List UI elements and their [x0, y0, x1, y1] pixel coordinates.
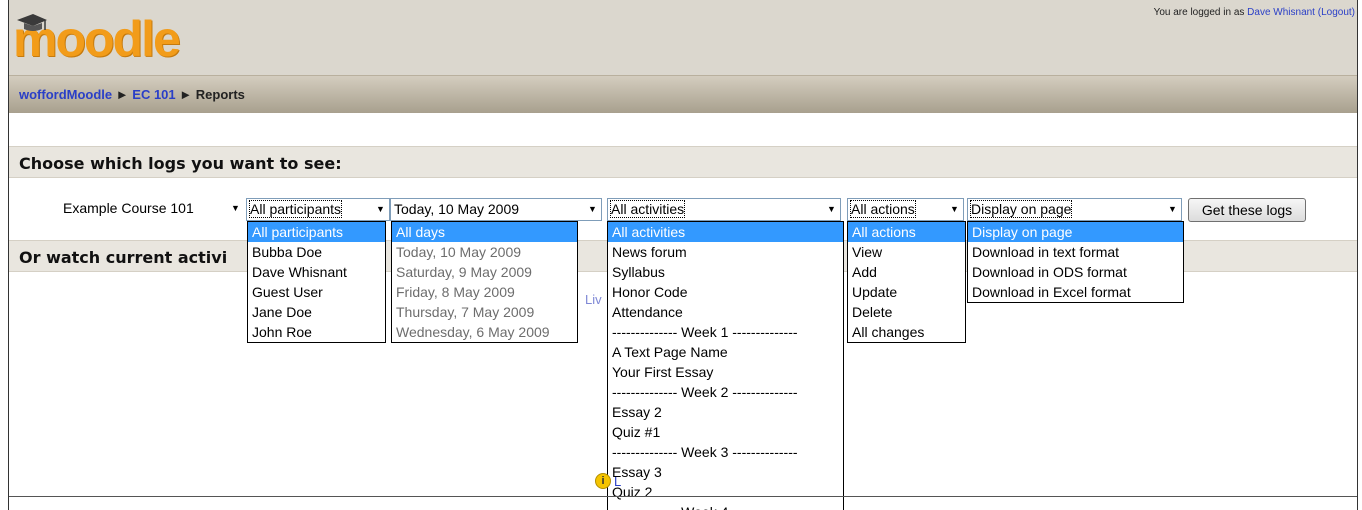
dropdown-option[interactable]: -------------- Week 4: [608, 502, 843, 510]
dropdown-option[interactable]: Quiz #1: [608, 422, 843, 442]
days-select[interactable]: Today, 10 May 2009 ▼: [390, 198, 602, 221]
dropdown-option[interactable]: John Roe: [248, 322, 385, 342]
chevron-down-icon[interactable]: ▼: [372, 199, 389, 220]
dropdown-option[interactable]: Guest User: [248, 282, 385, 302]
dropdown-option[interactable]: -------------- Week 2 --------------: [608, 382, 843, 402]
breadcrumb: woffordMoodle ► EC 101 ► Reports: [19, 87, 245, 102]
course-select-value: Example Course 101: [63, 200, 194, 216]
activities-select-value: All activities: [609, 200, 686, 218]
course-select[interactable]: Example Course 101 ▼: [60, 198, 244, 221]
chevron-down-icon[interactable]: ▼: [584, 199, 601, 220]
actions-dropdown-list: All actions View Add Update Delete All c…: [847, 221, 966, 343]
days-dropdown-list: All days Today, 10 May 2009 Saturday, 9 …: [391, 221, 578, 343]
breadcrumb-separator: ►: [179, 87, 193, 102]
choose-logs-heading: Choose which logs you want to see:: [19, 154, 342, 173]
chevron-down-icon[interactable]: ▼: [946, 199, 963, 220]
dropdown-option[interactable]: Jane Doe: [248, 302, 385, 322]
dropdown-option[interactable]: Friday, 8 May 2009: [392, 282, 577, 302]
breadcrumb-course-link[interactable]: EC 101: [132, 87, 175, 102]
dropdown-option[interactable]: Display on page: [968, 222, 1183, 242]
moodle-logo[interactable]: moodle: [13, 10, 181, 64]
activities-select[interactable]: All activities ▼: [607, 198, 841, 221]
dropdown-option[interactable]: Essay 3: [608, 462, 843, 482]
user-profile-link[interactable]: Dave Whisnant: [1247, 7, 1315, 18]
dropdown-option[interactable]: Dave Whisnant: [248, 262, 385, 282]
display-dropdown-list: Display on page Download in text format …: [967, 221, 1184, 303]
dropdown-option[interactable]: View: [848, 242, 965, 262]
dropdown-option[interactable]: News forum: [608, 242, 843, 262]
logout-link[interactable]: (Logout): [1318, 7, 1355, 18]
login-info: You are logged in as Dave Whisnant (Logo…: [1154, 7, 1355, 18]
activities-dropdown-list: All activities News forum Syllabus Honor…: [607, 221, 844, 510]
display-select[interactable]: Display on page ▼: [967, 198, 1182, 221]
live-logs-link[interactable]: Liv: [585, 292, 602, 307]
dropdown-option[interactable]: Essay 2: [608, 402, 843, 422]
dropdown-option[interactable]: -------------- Week 1 --------------: [608, 322, 843, 342]
chevron-down-icon[interactable]: ▼: [823, 199, 840, 220]
dropdown-option[interactable]: Saturday, 9 May 2009: [392, 262, 577, 282]
chevron-down-icon: ▼: [227, 198, 244, 219]
dropdown-option[interactable]: All participants: [248, 222, 385, 242]
dropdown-option[interactable]: All changes: [848, 322, 965, 342]
chevron-down-icon[interactable]: ▼: [1164, 199, 1181, 220]
dropdown-option[interactable]: Bubba Doe: [248, 242, 385, 262]
navigation-bar: woffordMoodle ► EC 101 ► Reports: [9, 75, 1357, 113]
info-icon: i: [595, 473, 611, 489]
info-link[interactable]: L: [614, 474, 621, 489]
breadcrumb-current-page: Reports: [195, 87, 245, 102]
participants-select-value: All participants: [248, 200, 343, 218]
dropdown-option[interactable]: Wednesday, 6 May 2009: [392, 322, 577, 342]
site-header: moodle You are logged in as Dave Whisnan…: [9, 0, 1357, 75]
dropdown-option[interactable]: Quiz 2: [608, 482, 843, 502]
get-logs-button[interactable]: Get these logs: [1188, 198, 1306, 222]
dropdown-option[interactable]: -------------- Week 3 --------------: [608, 442, 843, 462]
login-prefix: You are logged in as: [1153, 7, 1248, 18]
dropdown-option[interactable]: Delete: [848, 302, 965, 322]
dropdown-option[interactable]: Download in Excel format: [968, 282, 1183, 302]
breadcrumb-site-link[interactable]: woffordMoodle: [19, 87, 112, 102]
dropdown-option[interactable]: Honor Code: [608, 282, 843, 302]
graduation-cap-icon: [17, 14, 47, 31]
actions-select-value: All actions: [850, 200, 916, 218]
dropdown-option[interactable]: All actions: [848, 222, 965, 242]
dropdown-option[interactable]: Update: [848, 282, 965, 302]
breadcrumb-separator: ►: [115, 87, 129, 102]
dropdown-option[interactable]: Thursday, 7 May 2009: [392, 302, 577, 322]
dropdown-option[interactable]: Your First Essay: [608, 362, 843, 382]
dropdown-option[interactable]: All activities: [608, 222, 843, 242]
dropdown-option[interactable]: All days: [392, 222, 577, 242]
choose-logs-section-header: Choose which logs you want to see:: [9, 146, 1357, 178]
participants-dropdown-list: All participants Bubba Doe Dave Whisnant…: [247, 221, 386, 343]
divider: [9, 496, 1357, 497]
page-frame: moodle You are logged in as Dave Whisnan…: [8, 0, 1358, 510]
display-select-value: Display on page: [969, 200, 1073, 218]
dropdown-option[interactable]: Syllabus: [608, 262, 843, 282]
dropdown-option[interactable]: Download in text format: [968, 242, 1183, 262]
dropdown-option[interactable]: A Text Page Name: [608, 342, 843, 362]
days-select-value: Today, 10 May 2009: [394, 201, 520, 217]
dropdown-option[interactable]: Download in ODS format: [968, 262, 1183, 282]
dropdown-option[interactable]: Attendance: [608, 302, 843, 322]
participants-select[interactable]: All participants ▼: [246, 198, 390, 221]
dropdown-option[interactable]: Add: [848, 262, 965, 282]
dropdown-option[interactable]: Today, 10 May 2009: [392, 242, 577, 262]
live-logs-heading: Or watch current activi: [19, 248, 228, 267]
actions-select[interactable]: All actions ▼: [847, 198, 964, 221]
